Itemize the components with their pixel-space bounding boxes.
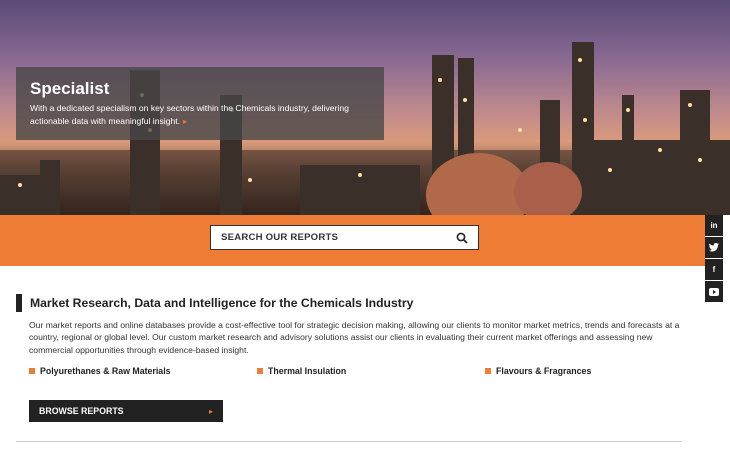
square-bullet-icon <box>29 368 35 374</box>
category-flavours-fragrances[interactable]: Flavours & Fragrances <box>485 366 591 376</box>
category-thermal-insulation[interactable]: Thermal Insulation <box>257 366 346 376</box>
square-bullet-icon <box>257 368 263 374</box>
linkedin-icon[interactable]: in <box>705 215 723 236</box>
browse-reports-label: BROWSE REPORTS <box>39 406 124 416</box>
section-heading: Market Research, Data and Intelligence f… <box>16 294 413 312</box>
facebook-icon[interactable]: f <box>705 259 723 280</box>
youtube-icon[interactable] <box>705 281 723 302</box>
search-icon[interactable] <box>456 232 468 244</box>
divider <box>16 441 682 442</box>
intro-paragraph: Our market reports and online databases … <box>29 320 680 355</box>
arrow-right-icon: ▸ <box>183 117 188 126</box>
square-bullet-icon <box>485 368 491 374</box>
hero-text[interactable]: With a dedicated specialism on key secto… <box>30 102 370 128</box>
browse-reports-button[interactable]: BROWSE REPORTS ▸ <box>29 400 223 422</box>
hero-banner: Specialist With a dedicated specialism o… <box>0 0 730 215</box>
social-links: in f <box>705 215 723 303</box>
category-links: Polyurethanes & Raw Materials Thermal In… <box>29 366 709 378</box>
hero-title: Specialist <box>30 79 110 98</box>
category-label: Thermal Insulation <box>268 366 347 376</box>
search-input[interactable]: SEARCH OUR REPORTS <box>210 225 479 250</box>
search-band: SEARCH OUR REPORTS <box>0 215 705 266</box>
search-placeholder: SEARCH OUR REPORTS <box>221 232 339 243</box>
heading-accent-bar <box>16 294 22 312</box>
arrow-right-icon: ▸ <box>208 406 213 416</box>
category-label: Polyurethanes & Raw Materials <box>40 366 171 376</box>
category-polyurethanes[interactable]: Polyurethanes & Raw Materials <box>29 366 171 376</box>
hero-caption: Specialist With a dedicated specialism o… <box>16 67 384 140</box>
page-title: Market Research, Data and Intelligence f… <box>30 296 414 310</box>
category-label: Flavours & Fragrances <box>496 366 592 376</box>
twitter-icon[interactable] <box>705 237 723 258</box>
